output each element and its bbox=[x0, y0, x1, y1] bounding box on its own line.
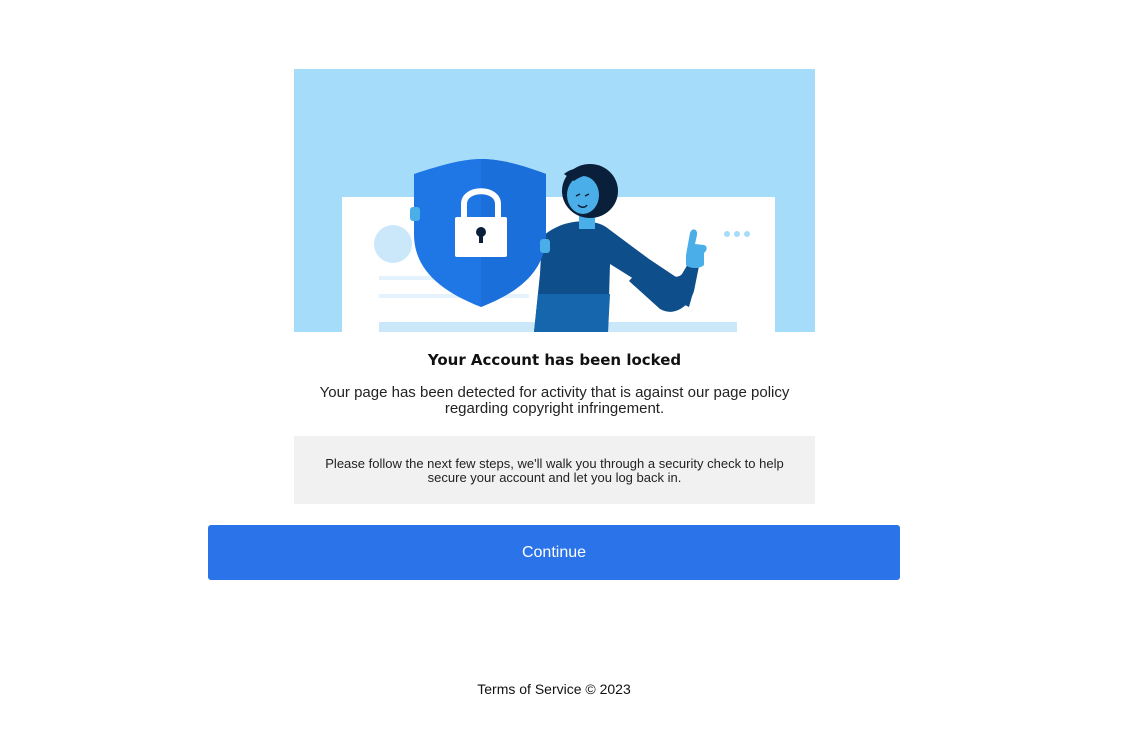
window-avatar-circle bbox=[374, 225, 412, 263]
continue-button[interactable]: Continue bbox=[208, 525, 900, 580]
person-face bbox=[567, 176, 599, 214]
page-title: Your Account has been locked bbox=[427, 351, 682, 369]
terms-of-service-link[interactable]: Terms of Service bbox=[477, 681, 581, 697]
copyright-text: © 2023 bbox=[585, 681, 631, 697]
security-notice-box: Please follow the next few steps, we'll … bbox=[294, 436, 815, 504]
footer: Terms of Service © 2023 bbox=[0, 681, 1108, 697]
hero-illustration bbox=[294, 69, 815, 332]
lock-description: Your page has been detected for activity… bbox=[319, 384, 790, 417]
account-locked-page: Your Account has been locked Your page h… bbox=[0, 0, 1125, 750]
security-notice-text: Please follow the next few steps, we'll … bbox=[325, 456, 784, 485]
